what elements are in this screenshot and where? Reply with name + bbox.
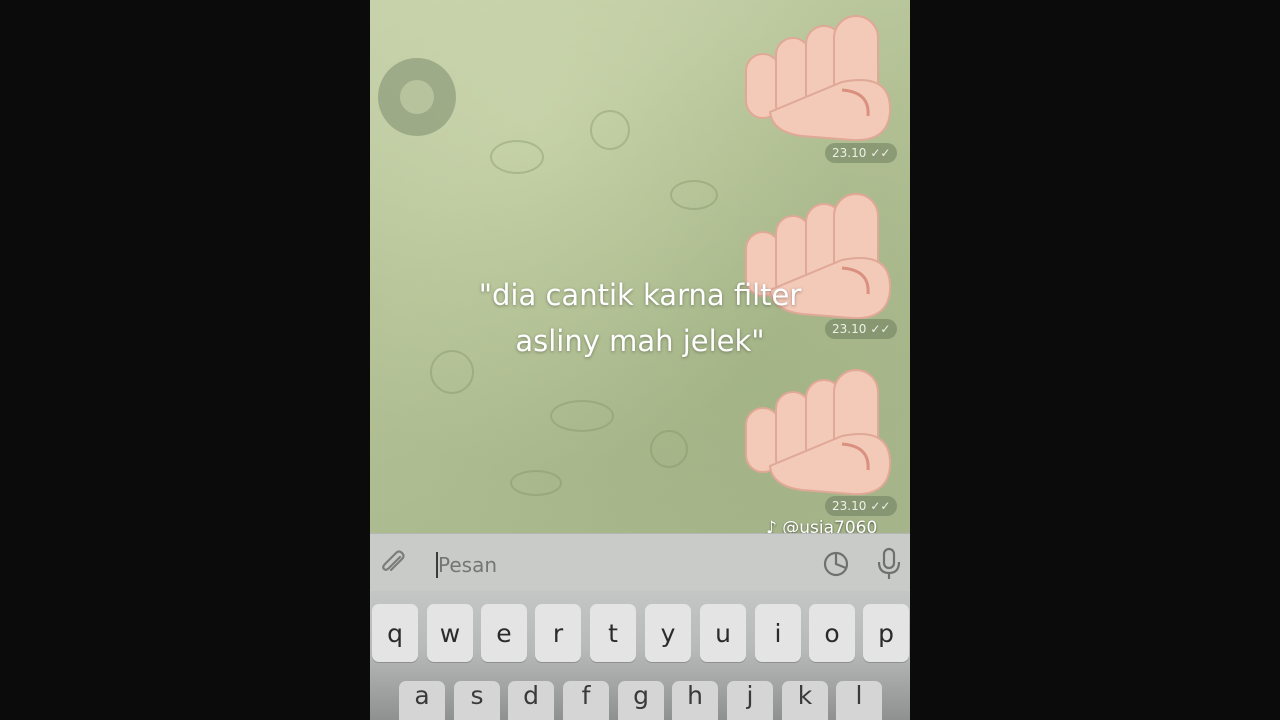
pointing-fist-sticker[interactable] [742,366,902,506]
message-time: 23.10 [832,499,867,513]
key-i[interactable]: i [755,604,801,662]
wallpaper-doodle [590,110,630,150]
wallpaper-doodle [670,180,718,210]
caption-line-2: asliny mah jelek" [515,324,765,358]
watermark-handle: @usia7060 [782,518,878,533]
tiktok-watermark: ♪ @usia7060 [766,518,877,533]
key-p[interactable]: p [863,604,909,662]
wallpaper-doodle [490,140,544,174]
message-composer [370,533,910,592]
caption-line-1: "dia cantik karna filter [478,278,802,312]
message-time: 23.10 [832,146,867,160]
key-l[interactable]: l [836,681,882,720]
wallpaper-doodle [650,430,688,468]
message-input[interactable] [436,549,800,581]
video-caption-overlay: "dia cantik karna filter asliny mah jele… [440,272,840,364]
microphone-icon[interactable] [875,547,903,581]
key-e[interactable]: e [481,604,527,662]
pointing-fist-sticker[interactable] [742,12,902,152]
message-time-badge: 23.10 ✓✓ [825,143,898,163]
wallpaper-doodle [510,470,562,496]
key-a[interactable]: a [399,681,445,720]
key-g[interactable]: g [618,681,664,720]
key-f[interactable]: f [563,681,609,720]
paperclip-icon[interactable] [378,548,408,578]
key-j[interactable]: j [727,681,773,720]
key-o[interactable]: o [809,604,855,662]
on-screen-keyboard: q w e r t y u i o p a s d f g h j k l [370,591,910,720]
sticker-icon[interactable] [822,550,850,578]
phone-screen: 23.10 ✓✓ 23.10 ✓✓ 23.10 ✓✓ "dia cantik k… [370,0,910,720]
key-r[interactable]: r [535,604,581,662]
tiktok-logo-icon: ♪ [766,518,777,533]
key-t[interactable]: t [590,604,636,662]
message-time-badge: 23.10 ✓✓ [825,496,898,516]
key-h[interactable]: h [672,681,718,720]
double-check-icon: ✓✓ [870,146,891,160]
double-check-icon: ✓✓ [870,499,891,513]
key-w[interactable]: w [427,604,473,662]
key-s[interactable]: s [454,681,500,720]
loading-circle-icon [378,58,456,136]
key-q[interactable]: q [372,604,418,662]
chat-area: 23.10 ✓✓ 23.10 ✓✓ 23.10 ✓✓ "dia cantik k… [370,0,910,533]
key-k[interactable]: k [782,681,828,720]
key-d[interactable]: d [508,681,554,720]
double-check-icon: ✓✓ [870,322,891,336]
key-y[interactable]: y [645,604,691,662]
wallpaper-doodle [550,400,614,432]
key-u[interactable]: u [700,604,746,662]
